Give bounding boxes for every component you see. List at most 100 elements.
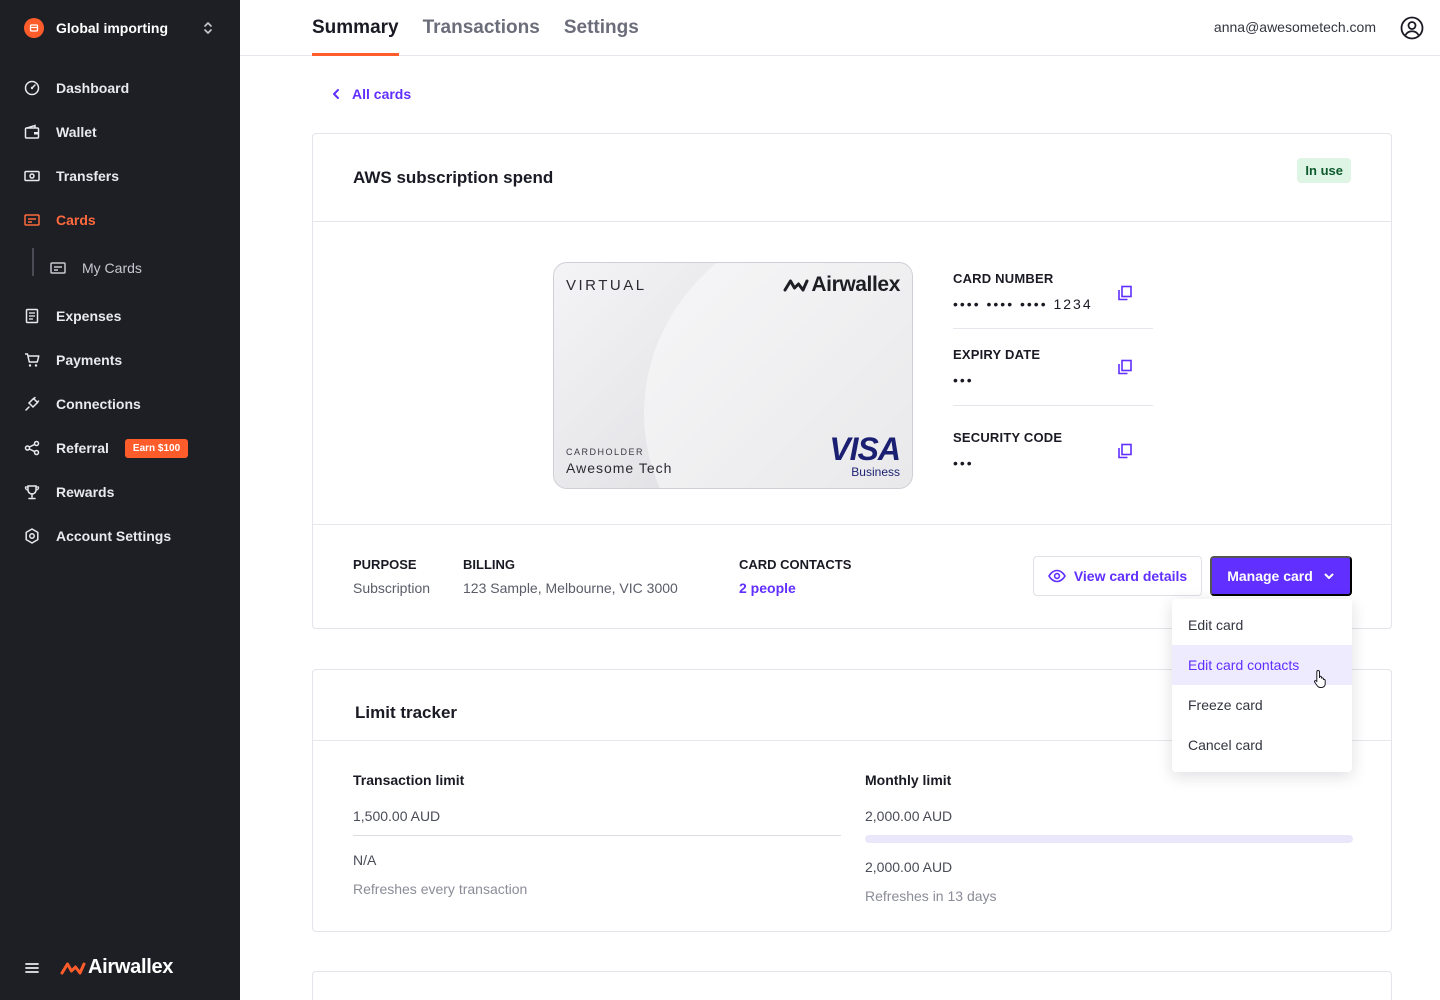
user-email: anna@awesometech.com	[1213, 19, 1376, 35]
sidebar: Global importing Dashboard Wallet Transf…	[0, 0, 240, 1000]
card-network-tier: Business	[851, 465, 900, 479]
panel-divider	[313, 524, 1391, 525]
card-number-detail: CARD NUMBER •••• •••• •••• 1234	[953, 271, 1153, 329]
card-issuer-logo: Airwallex	[783, 273, 900, 297]
back-to-all-cards-link[interactable]: All cards	[330, 86, 411, 102]
sidebar-nav: Dashboard Wallet Transfers Cards My Card…	[0, 66, 240, 558]
copy-icon[interactable]	[1117, 285, 1133, 301]
transaction-limit-divider	[353, 835, 841, 836]
sidebar-item-label: Cards	[56, 212, 96, 228]
tab-transactions[interactable]: Transactions	[423, 0, 540, 56]
card-panel-header: AWS subscription spend In use	[313, 134, 1391, 222]
sidebar-item-label: Expenses	[56, 308, 122, 324]
card-contacts-link[interactable]: 2 people	[739, 580, 851, 596]
manage-card-menu: Edit card Edit card contacts Freeze card…	[1172, 599, 1352, 772]
status-badge: In use	[1297, 158, 1351, 183]
brand-logo: Airwallex	[60, 956, 173, 979]
tab-summary[interactable]: Summary	[312, 0, 399, 56]
user-avatar-icon[interactable]	[1400, 16, 1424, 40]
sidebar-item-transfers[interactable]: Transfers	[0, 154, 240, 198]
sidebar-item-label: Dashboard	[56, 80, 130, 96]
copy-icon[interactable]	[1117, 359, 1133, 375]
security-code-detail: SECURITY CODE •••	[953, 430, 1153, 471]
sidebar-item-label: Payments	[56, 352, 123, 368]
transaction-limit: Transaction limit 1,500.00 AUD N/A Refre…	[353, 772, 841, 897]
card-visual: VIRTUAL Airwallex CARDHOLDER Awesome Tec…	[553, 262, 913, 489]
sidebar-item-label: Account Settings	[56, 528, 172, 544]
sidebar-item-payments[interactable]: Payments	[0, 338, 240, 382]
billing-label: BILLING	[463, 557, 515, 572]
sidebar-item-my-cards[interactable]: My Cards	[0, 242, 240, 294]
copy-icon[interactable]	[1117, 443, 1133, 459]
detail-divider	[953, 405, 1153, 406]
sidebar-item-dashboard[interactable]: Dashboard	[0, 66, 240, 110]
share-icon	[24, 440, 40, 456]
limit-tracker-title: Limit tracker	[355, 703, 458, 722]
transaction-limit-remaining: N/A	[353, 852, 377, 868]
main-tabs: Summary Transactions Settings	[312, 0, 663, 56]
menu-item-edit-card-contacts[interactable]: Edit card contacts	[1172, 645, 1352, 685]
chevron-left-icon	[333, 89, 339, 99]
monthly-limit-amount: 2,000.00 AUD	[865, 808, 953, 824]
sidebar-item-label: Transfers	[56, 168, 120, 184]
menu-item-freeze-card[interactable]: Freeze card	[1172, 685, 1352, 725]
cart-icon	[24, 352, 40, 368]
back-link-label: All cards	[352, 86, 412, 102]
card-issuer-name: Airwallex	[811, 273, 900, 296]
card-contacts-label: CARD CONTACTS	[739, 557, 852, 572]
sidebar-item-label: Connections	[56, 396, 141, 412]
card-icon	[50, 262, 66, 274]
sidebar-footer: Airwallex	[24, 956, 173, 979]
org-name: Global importing	[56, 20, 168, 36]
org-switcher[interactable]: Global importing	[24, 17, 216, 39]
sidebar-item-expenses[interactable]: Expenses	[0, 294, 240, 338]
monthly-limit-refresh: Refreshes in 13 days	[865, 888, 997, 904]
card-type-label: VIRTUAL	[566, 277, 647, 294]
detail-divider	[953, 328, 1153, 329]
purpose-value: Subscription	[353, 580, 431, 596]
transaction-limit-title: Transaction limit	[353, 772, 465, 788]
sidebar-item-label: Rewards	[56, 484, 115, 500]
purpose-meta: PURPOSE Subscription	[353, 557, 430, 596]
sidebar-item-label: Wallet	[56, 124, 97, 140]
manage-card-label: Manage card	[1227, 568, 1313, 584]
purpose-label: PURPOSE	[353, 557, 417, 572]
sidebar-item-referral[interactable]: Referral Earn $100	[0, 426, 240, 470]
lower-panel	[312, 971, 1392, 1000]
plug-icon	[24, 396, 40, 412]
manage-card-button[interactable]: Manage card	[1210, 556, 1352, 596]
eye-icon	[1047, 569, 1066, 583]
chevron-down-icon	[1324, 573, 1334, 579]
chevron-up-down-icon[interactable]	[200, 20, 216, 36]
monthly-limit-remaining: 2,000.00 AUD	[865, 859, 953, 875]
billing-value: 123 Sample, Melbourne, VIC 3000	[463, 580, 678, 596]
menu-item-edit-card[interactable]: Edit card	[1172, 605, 1352, 645]
hamburger-menu-icon[interactable]	[24, 960, 40, 976]
sidebar-item-label: My Cards	[82, 260, 142, 276]
card-icon	[24, 212, 40, 228]
monthly-limit-title: Monthly limit	[865, 772, 952, 788]
view-card-details-label: View card details	[1073, 568, 1188, 584]
expiry-date-detail: EXPIRY DATE •••	[953, 347, 1153, 406]
cardholder-label: CARDHOLDER	[566, 447, 645, 457]
sidebar-item-wallet[interactable]: Wallet	[0, 110, 240, 154]
card-contacts-meta: CARD CONTACTS 2 people	[739, 557, 851, 596]
org-logo-icon	[24, 18, 44, 38]
cardholder-name: Awesome Tech	[566, 460, 673, 476]
view-card-details-button[interactable]: View card details	[1033, 556, 1202, 596]
referral-badge: Earn $100	[124, 438, 189, 458]
sidebar-item-rewards[interactable]: Rewards	[0, 470, 240, 514]
airwallex-logo-icon	[783, 279, 809, 292]
sidebar-item-cards[interactable]: Cards	[0, 198, 240, 242]
card-title: AWS subscription spend	[353, 168, 554, 187]
card-network: VISA	[829, 431, 901, 467]
menu-item-cancel-card[interactable]: Cancel card	[1172, 725, 1352, 765]
sidebar-item-connections[interactable]: Connections	[0, 382, 240, 426]
monthly-limit-progress-bar	[865, 835, 1353, 843]
tab-settings[interactable]: Settings	[564, 0, 639, 56]
sidebar-item-account-settings[interactable]: Account Settings	[0, 514, 240, 558]
monthly-limit: Monthly limit 2,000.00 AUD 2,000.00 AUD …	[865, 772, 1353, 904]
transfers-icon	[24, 168, 40, 184]
card-summary-panel: AWS subscription spend In use VIRTUAL Ai…	[312, 133, 1392, 629]
trophy-icon	[24, 484, 40, 500]
